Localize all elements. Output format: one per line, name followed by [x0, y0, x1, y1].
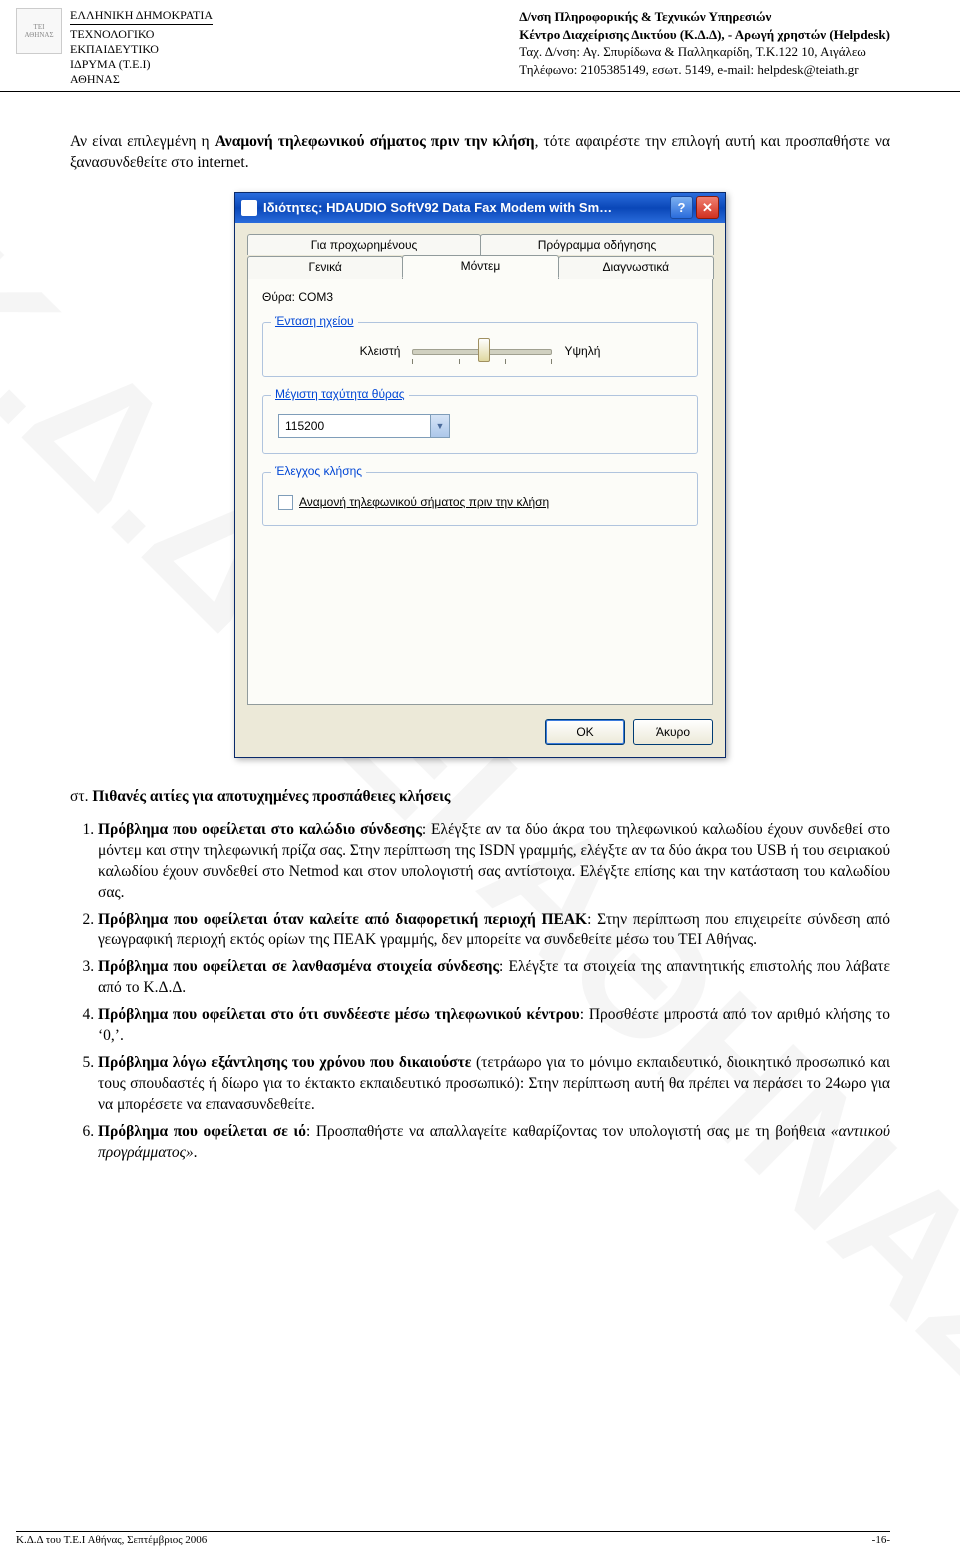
address-line: Ταχ. Δ/νση: Αγ. Σπυρίδωνα & Παλληκαρίδη,…: [519, 43, 890, 61]
modem-tab-panel: Θύρα: COM3 Ένταση ηχείου Κλειστή Υψηλή: [247, 277, 713, 705]
max-port-speed-group: Μέγιστη ταχύτητα θύρας 115200 ▼: [262, 395, 698, 454]
intro-paragraph: Αν είναι επιλεγμένη η Αναμονή τηλεφωνικο…: [70, 132, 890, 174]
org-line-4: ΙΔΡΥΜΑ (Τ.Ε.Ι): [70, 57, 213, 72]
section-title: στ. Πιθανές αιτίες για αποτυχημένες προσ…: [70, 788, 890, 806]
dial-group-label: Έλεγχος κλήσης: [271, 464, 366, 478]
problem-2: Πρόβλημα που οφείλεται όταν καλείτε από …: [98, 910, 890, 952]
tab-row-1: Για προχωρημένους Πρόγραμμα οδήγησης: [247, 233, 713, 254]
org-line-3: ΕΚΠΑΙΔΕΥΤΙΚΟ: [70, 42, 213, 57]
dialog-titlebar[interactable]: Ιδιότητες: HDAUDIO SoftV92 Data Fax Mode…: [235, 193, 725, 223]
speed-group-label: Μέγιστη ταχύτητα θύρας: [271, 387, 409, 401]
tab-row-2: Γενικά Μόντεμ Διαγνωστικά: [247, 255, 713, 278]
wait-dialtone-checkbox[interactable]: [278, 495, 293, 510]
slider-low-label: Κλειστή: [360, 344, 401, 358]
footer-page-number: -16-: [872, 1534, 890, 1546]
problem-3: Πρόβλημα που οφείλεται σε λανθασμένα στο…: [98, 957, 890, 999]
speaker-group-label: Ένταση ηχείου: [271, 314, 358, 328]
port-line: Θύρα: COM3: [262, 290, 698, 304]
footer-left: Κ.Δ.Δ του Τ.Ε.Ι Αθήνας, Σεπτέμβριος 2006: [16, 1534, 207, 1546]
header: TEIΑΘΗΝΑΣ ΕΛΛΗΝΙΚΗ ΔΗΜΟΚΡΑΤΙΑ ΤΕΧΝΟΛΟΓΙΚ…: [0, 0, 960, 92]
org-line-5: ΑΘΗΝΑΣ: [70, 72, 213, 87]
tab-driver[interactable]: Πρόγραμμα οδήγησης: [480, 234, 714, 255]
close-button[interactable]: ✕: [696, 196, 719, 219]
slider-high-label: Υψηλή: [564, 344, 600, 358]
tab-diagnostics[interactable]: Διαγνωστικά: [558, 256, 714, 279]
document-page: Κ.Δ.Δ ΤΕΙ ΑΘΗΝΑΣ TEIΑΘΗΝΑΣ ΕΛΛΗΝΙΚΗ ΔΗΜΟ…: [0, 0, 960, 1566]
org-line-1: ΕΛΛΗΝΙΚΗ ΔΗΜΟΚΡΑΤΙΑ: [70, 8, 213, 25]
phone-line: Τηλέφωνο: 2105385149, εσωτ. 5149, e-mail…: [519, 61, 890, 79]
problem-5: Πρόβλημα λόγω εξάντλησης του χρόνου που …: [98, 1053, 890, 1116]
modem-properties-dialog: Ιδιότητες: HDAUDIO SoftV92 Data Fax Mode…: [234, 192, 726, 758]
dialog-title-text: Ιδιότητες: HDAUDIO SoftV92 Data Fax Mode…: [263, 200, 667, 215]
problem-4: Πρόβλημα που οφείλεται στο ότι συνδέεστε…: [98, 1005, 890, 1047]
dept-line-2: Κέντρο Διαχείρισης Δικτύου (Κ.Δ.Δ), - Αρ…: [519, 26, 890, 44]
org-block: ΕΛΛΗΝΙΚΗ ΔΗΜΟΚΡΑΤΙΑ ΤΕΧΝΟΛΟΓΙΚΟ ΕΚΠΑΙΔΕΥ…: [70, 8, 213, 87]
org-line-2: ΤΕΧΝΟΛΟΓΙΚΟ: [70, 27, 213, 42]
help-button[interactable]: ?: [670, 196, 693, 219]
dial-control-group: Έλεγχος κλήσης Αναμονή τηλεφωνικού σήματ…: [262, 472, 698, 526]
cancel-button[interactable]: Άκυρο: [633, 719, 713, 745]
chevron-down-icon[interactable]: ▼: [430, 415, 449, 437]
device-icon: [241, 200, 257, 216]
tab-advanced[interactable]: Για προχωρημένους: [247, 234, 481, 255]
volume-slider[interactable]: [412, 341, 552, 361]
tab-modem[interactable]: Μόντεμ: [402, 255, 558, 278]
ok-button[interactable]: OK: [545, 719, 625, 745]
tab-general[interactable]: Γενικά: [247, 256, 403, 279]
header-contact: Δ/νση Πληροφορικής & Τεχνικών Υπηρεσιών …: [519, 8, 890, 78]
dept-line-1: Δ/νση Πληροφορικής & Τεχνικών Υπηρεσιών: [519, 8, 890, 26]
problems-list: Πρόβλημα που οφείλεται στο καλώδιο σύνδε…: [70, 820, 890, 1164]
page-footer: Κ.Δ.Δ του Τ.Ε.Ι Αθήνας, Σεπτέμβριος 2006…: [16, 1531, 890, 1546]
wait-dialtone-label: Αναμονή τηλεφωνικού σήματος πριν την κλή…: [299, 495, 549, 509]
dialog-body: Για προχωρημένους Πρόγραμμα οδήγησης Γεν…: [235, 223, 725, 757]
speaker-volume-group: Ένταση ηχείου Κλειστή Υψηλή: [262, 322, 698, 377]
tei-logo-icon: TEIΑΘΗΝΑΣ: [16, 8, 62, 54]
problem-6: Πρόβλημα που οφείλεται σε ιό: Προσπαθήστ…: [98, 1122, 890, 1164]
port-speed-combo[interactable]: 115200 ▼: [278, 414, 450, 438]
problem-1: Πρόβλημα που οφείλεται στο καλώδιο σύνδε…: [98, 820, 890, 904]
port-speed-value: 115200: [279, 419, 430, 433]
